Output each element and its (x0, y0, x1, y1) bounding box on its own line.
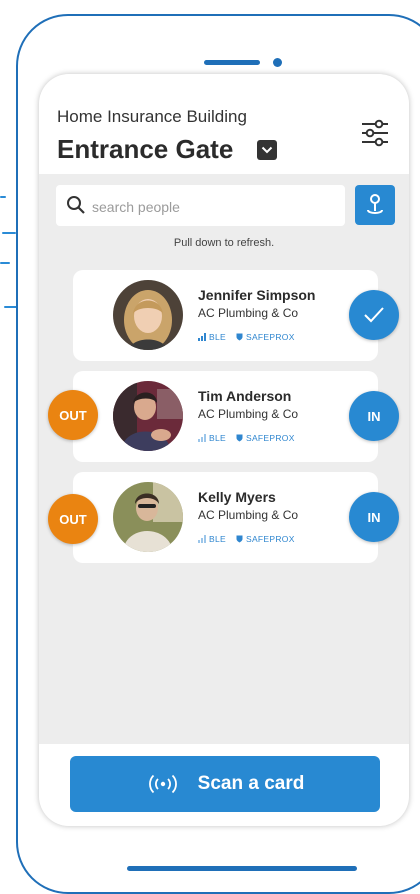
ble-label: BLE (209, 534, 226, 544)
header: Home Insurance Building Entrance Gate (39, 74, 409, 174)
person-company: AC Plumbing & Co (198, 508, 299, 522)
credential-tags: BLE SAFEPROX (198, 534, 295, 544)
ble-tag: BLE (198, 534, 226, 544)
check-in-button[interactable]: IN (349, 492, 399, 542)
wireless-signal-icon (148, 774, 177, 794)
person-card[interactable]: Jennifer Simpson AC Plumbing & Co BLE SA… (73, 270, 399, 361)
check-out-button[interactable]: OUT (48, 494, 98, 544)
page-title[interactable]: Entrance Gate (57, 134, 233, 165)
person-name: Kelly Myers (198, 489, 276, 505)
checkmark-icon (364, 307, 384, 323)
safeprox-tag: SAFEPROX (236, 433, 295, 443)
shield-icon (236, 333, 243, 341)
decor-dash (0, 262, 10, 264)
gate-dropdown-button[interactable] (257, 140, 277, 160)
person-card[interactable]: Kelly Myers AC Plumbing & Co BLE SAFEPRO… (73, 472, 399, 563)
phone-camera (273, 58, 282, 67)
search-input[interactable] (90, 185, 339, 228)
signal-icon (198, 333, 206, 341)
ble-label: BLE (209, 433, 226, 443)
safeprox-tag: SAFEPROX (236, 332, 295, 342)
avatar (113, 280, 183, 350)
scan-card-button[interactable]: Scan a card (70, 756, 380, 812)
person-name: Tim Anderson (198, 388, 292, 404)
checked-in-button[interactable] (349, 290, 399, 340)
sliders-icon (362, 119, 388, 147)
building-name: Home Insurance Building (57, 107, 247, 126)
person-company: AC Plumbing & Co (198, 306, 299, 320)
avatar (113, 482, 183, 552)
check-out-button[interactable]: OUT (48, 390, 98, 440)
location-button[interactable] (355, 185, 395, 225)
credential-tags: BLE SAFEPROX (198, 332, 295, 342)
search-box (56, 185, 345, 228)
app-screen: Home Insurance Building Entrance Gate se… (39, 74, 409, 826)
phone-speaker (204, 60, 260, 65)
avatar (113, 381, 183, 451)
safeprox-tag: SAFEPROX (236, 534, 295, 544)
chevron-down-icon (261, 146, 273, 154)
location-pin-icon (367, 194, 383, 214)
decor-dash (0, 196, 6, 198)
ble-tag: BLE (198, 433, 226, 443)
ble-label: BLE (209, 332, 226, 342)
search-icon (67, 196, 85, 214)
signal-icon (198, 434, 206, 442)
shield-icon (236, 535, 243, 543)
person-company: AC Plumbing & Co (198, 407, 299, 421)
decor-dash (2, 232, 16, 234)
refresh-hint: Pull down to refresh. (173, 237, 275, 249)
person-name: Jennifer Simpson (198, 287, 316, 303)
ble-tag: BLE (198, 332, 226, 342)
signal-icon (198, 535, 206, 543)
shield-icon (236, 434, 243, 442)
safeprox-label: SAFEPROX (245, 332, 295, 342)
scan-card-label: Scan a card (197, 773, 305, 794)
bottom-bar: Scan a card (39, 744, 409, 826)
check-in-button[interactable]: IN (349, 391, 399, 441)
credential-tags: BLE SAFEPROX (198, 433, 295, 443)
safeprox-label: SAFEPROX (245, 534, 295, 544)
person-card[interactable]: Tim Anderson AC Plumbing & Co BLE SAFEPR… (73, 371, 399, 462)
filter-button[interactable] (359, 117, 391, 149)
safeprox-label: SAFEPROX (245, 433, 295, 443)
